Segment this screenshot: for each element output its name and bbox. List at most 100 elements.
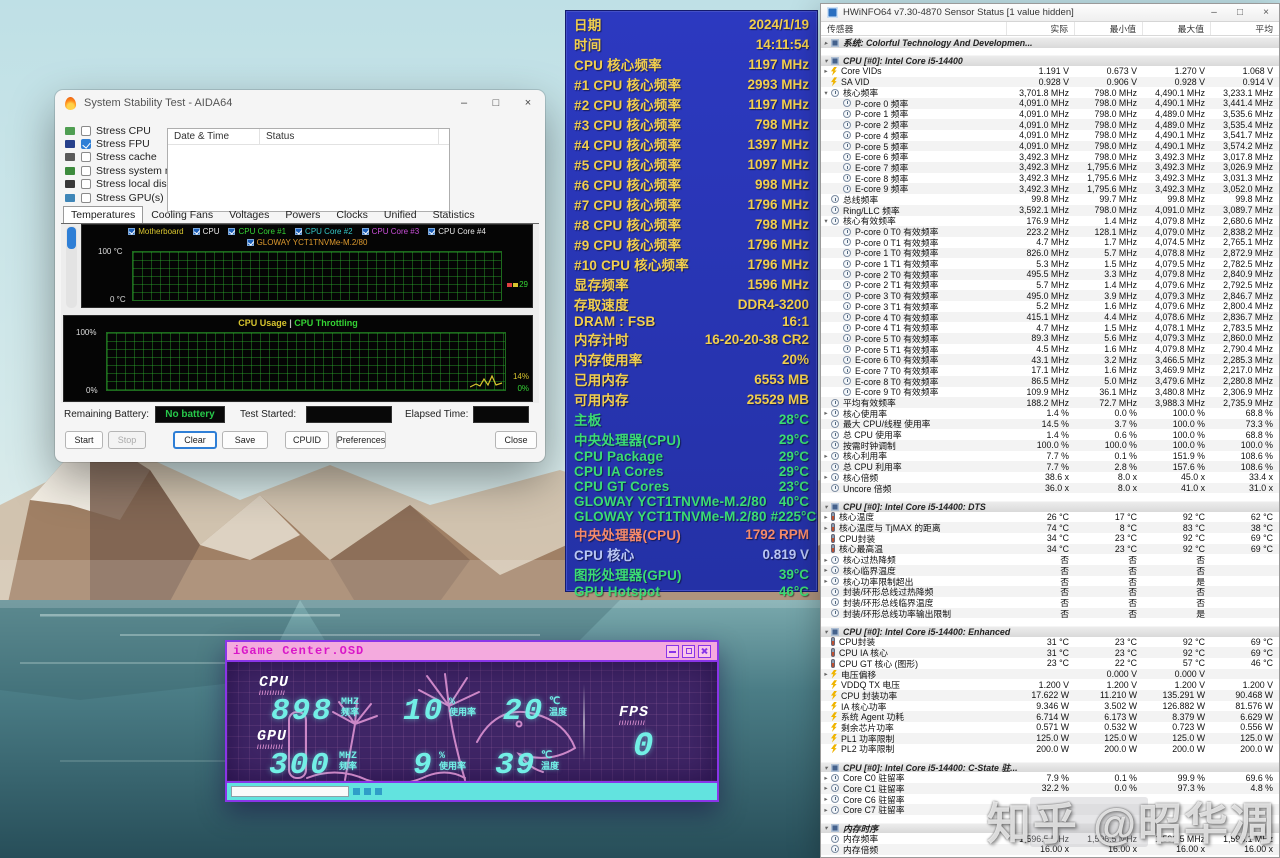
stress-checkbox[interactable]: [81, 125, 91, 136]
stress-checkbox[interactable]: [81, 165, 91, 176]
expand-icon[interactable]: ▸: [821, 795, 831, 803]
save-button[interactable]: Save: [222, 431, 268, 449]
clock-icon: [843, 238, 851, 247]
expand-icon[interactable]: ▸: [821, 566, 831, 574]
igame-footer-dot[interactable]: [353, 788, 360, 795]
legend-checkbox[interactable]: [246, 239, 254, 246]
osd-row-value: 1796 MHz: [747, 256, 809, 272]
igame-maximize-icon[interactable]: [682, 644, 695, 658]
value-current: 3,492.3 MHz: [1019, 151, 1069, 162]
maximize-button[interactable]: □: [1233, 7, 1247, 18]
collapse-icon[interactable]: ▾: [821, 217, 831, 225]
hwinfo-column-headers: 传感器 实际 最小值 最大值 平均: [821, 22, 1279, 36]
osd-row: CPU 核心 0.819 V: [574, 544, 809, 564]
table-row[interactable]: ▸ Core VIDs 1.191 V 0.673 V 1.270 V 1.068 V: [821, 66, 1279, 77]
close-icon[interactable]: ×: [1259, 7, 1273, 18]
table-row[interactable]: Uncore 倍频 36.0 x 8.0 x 41.0 x 31.0 x: [821, 482, 1279, 494]
minimize-button[interactable]: –: [457, 97, 471, 109]
collapse-icon[interactable]: ▾: [821, 89, 831, 97]
collapse-icon[interactable]: ▾: [821, 824, 831, 832]
igame-footer-dot[interactable]: [375, 788, 382, 795]
expand-icon[interactable]: ▸: [821, 670, 831, 678]
column-status[interactable]: Status: [260, 129, 439, 144]
value-avg: 2,280.8 MHz: [1223, 376, 1273, 387]
close-button[interactable]: Close: [495, 431, 537, 449]
igame-progress-box[interactable]: [231, 786, 349, 797]
chip-icon: [831, 824, 839, 833]
value-max: 100.0 %: [1172, 418, 1205, 429]
legend-checkbox[interactable]: [295, 228, 303, 235]
stress-checkbox[interactable]: [81, 139, 91, 150]
igame-minimize-icon[interactable]: [666, 644, 679, 658]
hwinfo-titlebar[interactable]: HWiNFO64 v7.30-4870 Sensor Status [1 val…: [821, 4, 1279, 22]
igame-footer-dot[interactable]: [364, 788, 371, 795]
igame-cpu-freq-unit: MHZ 频率: [341, 697, 360, 719]
legend-checkbox[interactable]: [428, 228, 436, 235]
igame-close-icon[interactable]: [698, 644, 711, 658]
aida64-window: System Stability Test - AIDA64 – □ × Str…: [55, 90, 545, 462]
table-row[interactable]: PL2 功率限制 200.0 W 200.0 W 200.0 W 200.0 W: [821, 743, 1279, 754]
value-avg: 200.0 W: [1240, 743, 1273, 754]
cache-icon: [65, 153, 75, 162]
expand-icon[interactable]: ▸: [821, 806, 831, 814]
graph-scrollbar-thumb[interactable]: [67, 227, 76, 249]
aida64-titlebar[interactable]: System Stability Test - AIDA64 – □ ×: [55, 90, 545, 116]
expand-icon[interactable]: ▸: [821, 784, 831, 792]
collapse-icon[interactable]: ▾: [821, 764, 831, 772]
column-maximum[interactable]: 最大值: [1143, 22, 1211, 35]
start-button[interactable]: Start: [65, 431, 103, 449]
legend-checkbox[interactable]: [228, 228, 236, 235]
legend-checkbox[interactable]: [128, 228, 136, 235]
column-current[interactable]: 实际: [1007, 22, 1075, 35]
clock-icon: [831, 587, 839, 596]
temperature-legend-row1: Motherboard CPU CPU Core #1 CPU Core #2 CPU …: [82, 225, 532, 236]
value-avg: 2,840.9 MHz: [1223, 269, 1273, 280]
results-listbox[interactable]: Date & Time Status: [167, 128, 450, 212]
expand-icon[interactable]: ▸: [821, 556, 831, 564]
sensor-section-header[interactable]: ▾ CPU [#0]: Intel Core i5-14400: [821, 55, 1279, 66]
minimize-button[interactable]: –: [1207, 7, 1221, 18]
column-minimum[interactable]: 最小值: [1075, 22, 1143, 35]
collapse-icon[interactable]: ▾: [821, 628, 831, 636]
stress-checkbox[interactable]: [81, 179, 91, 190]
cpuid-button[interactable]: CPUID: [285, 431, 329, 449]
lightning-icon: [831, 680, 837, 690]
sensor-label: 内存倍频: [843, 844, 879, 855]
stress-checkbox[interactable]: [81, 152, 91, 163]
expand-icon[interactable]: ▸: [821, 67, 831, 75]
expand-icon[interactable]: ▸: [821, 774, 831, 782]
osd-panel: 日期 2024/1/19 时间 14:11:54 CPU 核心频率 1197 MHz #1 …: [565, 10, 818, 599]
expand-icon[interactable]: ▸: [821, 409, 831, 417]
section-label: CPU [#0]: Intel Core i5-14400: [843, 56, 963, 67]
igame-titlebar[interactable]: iGame Center.OSD: [227, 642, 717, 662]
graph-scrollbar[interactable]: [66, 226, 77, 308]
column-average[interactable]: 平均: [1211, 22, 1279, 35]
expand-icon[interactable]: ▸: [821, 577, 831, 585]
expand-icon[interactable]: ▸: [821, 452, 831, 460]
preferences-button[interactable]: Preferences: [336, 431, 386, 449]
sensor-section-header[interactable]: ▸ 系统: Colorful Technology And Developmen.…: [821, 37, 1279, 48]
clear-button[interactable]: Clear: [173, 431, 217, 449]
osd-row: DRAM : FSB 16:1: [574, 314, 809, 329]
column-sensor[interactable]: 传感器: [821, 22, 1007, 35]
column-date-time[interactable]: Date & Time: [168, 129, 260, 144]
value-avg: 2,765.1 MHz: [1223, 237, 1273, 248]
expand-icon[interactable]: ▸: [821, 513, 831, 521]
osd-row-value: 1796 MHz: [747, 196, 809, 212]
legend-item: CPU Core #2: [295, 227, 353, 236]
legend-checkbox[interactable]: [361, 228, 369, 235]
legend-checkbox[interactable]: [192, 228, 200, 235]
table-row[interactable]: 封装/环形总线功率输出限制 否 否 是: [821, 607, 1279, 619]
close-icon[interactable]: ×: [521, 97, 535, 109]
expand-icon[interactable]: ▸: [821, 39, 831, 47]
expand-icon[interactable]: ▸: [821, 524, 831, 532]
osd-row: #5 CPU 核心频率 1097 MHz: [574, 154, 809, 174]
collapse-icon[interactable]: ▾: [821, 57, 831, 65]
value-max: 4,490.1 MHz: [1155, 141, 1205, 152]
collapse-icon[interactable]: ▾: [821, 503, 831, 511]
osd-row-value: 798 MHz: [754, 216, 809, 232]
stress-checkbox[interactable]: [81, 192, 91, 203]
maximize-button[interactable]: □: [489, 97, 503, 109]
legend-item: CPU Core #1: [228, 227, 286, 236]
expand-icon[interactable]: ▸: [821, 473, 831, 481]
